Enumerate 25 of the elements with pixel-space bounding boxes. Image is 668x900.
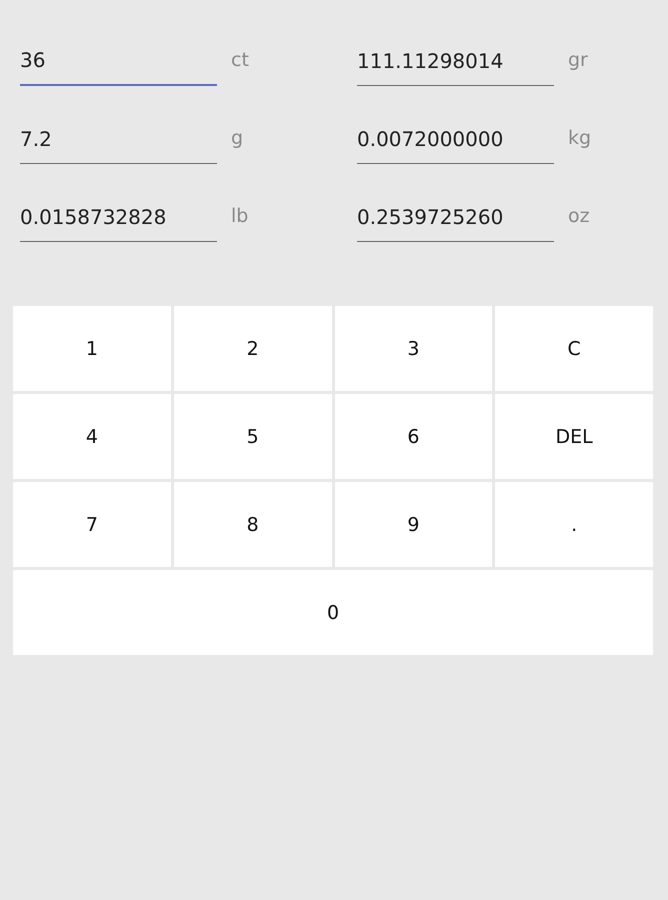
unit-label: gr	[568, 49, 588, 73]
unit-label: g	[231, 127, 244, 151]
number-field[interactable]: 36	[20, 48, 217, 86]
keypad-key[interactable]: 9	[334, 482, 492, 567]
keypad-key[interactable]: 0	[13, 570, 653, 655]
keypad-key[interactable]: 8	[174, 482, 332, 567]
keypad-key[interactable]: DEL	[495, 394, 653, 479]
keypad-key[interactable]: 4	[13, 394, 171, 479]
keypad-key[interactable]: 1	[13, 306, 171, 391]
keypad-key[interactable]: 2	[174, 306, 332, 391]
keypad-key[interactable]: 3	[334, 306, 492, 391]
number-field[interactable]: 0.2539725260	[357, 205, 554, 242]
unit-label: ct	[231, 49, 249, 73]
keypad-key[interactable]: 6	[334, 394, 492, 479]
unit-label: lb	[231, 205, 248, 229]
number-field[interactable]: 0.0158732828	[20, 205, 217, 242]
keypad-key[interactable]: .	[495, 482, 653, 567]
number-field[interactable]: 0.0072000000	[357, 127, 554, 164]
unit-label: oz	[568, 205, 590, 229]
unit-label: kg	[568, 127, 592, 151]
keypad-key[interactable]: 5	[174, 394, 332, 479]
keypad-key[interactable]: C	[495, 306, 653, 391]
number-field[interactable]: 111.11298014	[357, 49, 554, 86]
keypad-key[interactable]: 7	[13, 482, 171, 567]
number-field[interactable]: 7.2	[20, 127, 217, 164]
